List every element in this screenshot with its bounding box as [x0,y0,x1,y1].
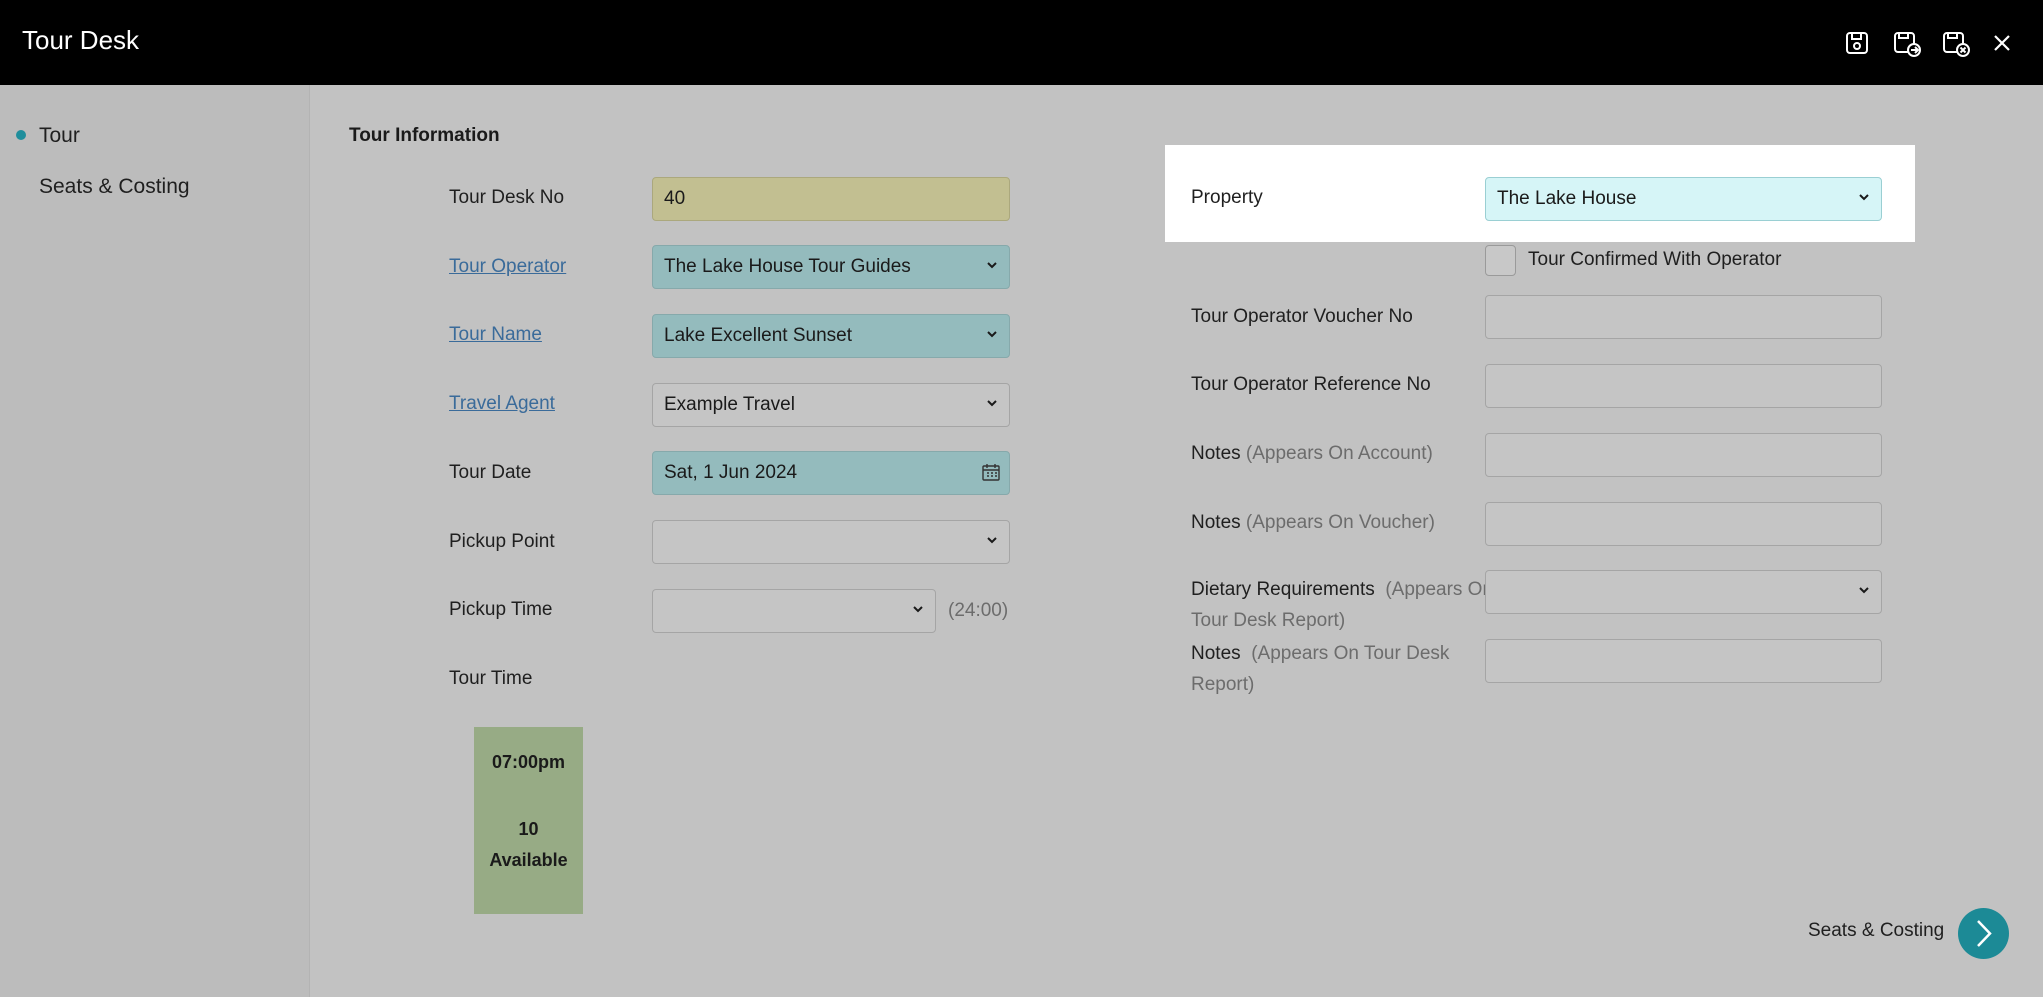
pickup-point-label: Pickup Point [449,531,555,552]
notes-account-input[interactable] [1485,433,1882,477]
voucher-no-input[interactable] [1485,295,1882,339]
notes-voucher-sub: (Appears On Voucher) [1245,512,1435,533]
pickup-time-select[interactable] [652,589,936,633]
voucher-no-label: Tour Operator Voucher No [1191,306,1413,327]
slot-status: Available [489,850,568,870]
notes-voucher-input[interactable] [1485,502,1882,546]
window-title: Tour Desk [22,25,140,55]
notes-account-label-text: Notes [1191,443,1241,464]
tour-date-field[interactable]: Sat, 1 Jun 2024 [652,451,1010,495]
calendar-icon[interactable] [981,462,1001,482]
notes-report-sub-line1: (Appears On Tour Desk [1251,643,1450,664]
notes-report-label: Notes (Appears On Tour Desk Report) [1191,638,1449,700]
tour-time-slot[interactable]: 07:00pm 10 Available [474,727,583,914]
property-select[interactable]: The Lake House [1485,177,1882,221]
slot-time: 07:00pm [491,752,566,772]
travel-agent-select[interactable]: Example Travel [652,383,1010,427]
tour-confirmed-label: Tour Confirmed With Operator [1528,249,1782,270]
tour-date-value: Sat, 1 Jun 2024 [664,462,798,483]
next-section-label[interactable]: Seats & Costing [1808,920,1944,942]
travel-agent-link[interactable]: Travel Agent [449,393,555,415]
pickup-time-format-hint: (24:00) [948,600,1009,621]
chevron-down-icon [987,400,997,407]
save-icon[interactable] [1840,26,1874,60]
next-section-button[interactable] [1958,908,2009,959]
active-indicator-dot [16,130,26,140]
sidebar-item-tour[interactable]: Tour [39,124,80,148]
close-icon[interactable] [1985,26,2019,60]
notes-voucher-label-text: Notes [1191,512,1241,533]
chevron-down-icon [987,331,997,338]
tour-desk-no-field[interactable]: 40 [652,177,1010,221]
dietary-sub-line2: Tour Desk Report) [1191,610,1346,631]
sidebar-item-seats-costing[interactable]: Seats & Costing [39,175,190,199]
reference-no-input[interactable] [1485,364,1882,408]
notes-voucher-label: Notes (Appears On Voucher) [1191,512,1435,534]
tour-date-label: Tour Date [449,462,532,483]
chevron-down-icon [1859,587,1869,594]
chevron-down-icon [987,262,997,269]
notes-report-input[interactable] [1485,639,1882,683]
notes-account-sub: (Appears On Account) [1245,443,1433,464]
chevron-down-icon [987,537,997,544]
dietary-label-text: Dietary Requirements [1191,579,1375,600]
reference-no-label: Tour Operator Reference No [1191,374,1431,395]
tour-operator-select[interactable]: The Lake House Tour Guides [652,245,1010,289]
sidebar [0,85,310,997]
chevron-down-icon [913,606,923,613]
pickup-point-select[interactable] [652,520,1010,564]
notes-account-label: Notes (Appears On Account) [1191,443,1433,465]
chevron-right-icon [1977,920,1992,947]
tour-desk-no-label: Tour Desk No [449,187,565,208]
dietary-select[interactable] [1485,570,1882,614]
property-label: Property [1191,187,1263,208]
dietary-sub-line1: (Appears On [1385,579,1494,600]
travel-agent-value: Example Travel [664,394,795,415]
property-value: The Lake House [1497,188,1637,209]
chevron-down-icon [1859,194,1869,201]
tour-name-value: Lake Excellent Sunset [664,325,853,346]
save-and-new-icon[interactable] [1890,26,1924,60]
notes-report-label-text: Notes [1191,643,1241,664]
title-bar: Tour Desk [0,0,2043,85]
pickup-time-label: Pickup Time [449,599,553,620]
tour-confirmed-checkbox[interactable] [1485,245,1516,276]
save-and-close-icon[interactable] [1939,26,1973,60]
notes-report-sub-line2: Report) [1191,674,1255,695]
tour-name-select[interactable]: Lake Excellent Sunset [652,314,1010,358]
tour-operator-value: The Lake House Tour Guides [664,256,911,277]
tour-operator-link[interactable]: Tour Operator [449,256,566,278]
section-title: Tour Information [349,125,500,146]
tour-name-link[interactable]: Tour Name [449,324,542,346]
dietary-label: Dietary Requirements (Appears On Tour De… [1191,574,1493,636]
tour-desk-no-value: 40 [664,188,686,209]
tour-time-label: Tour Time [449,668,533,689]
slot-available-count: 10 [518,819,539,839]
